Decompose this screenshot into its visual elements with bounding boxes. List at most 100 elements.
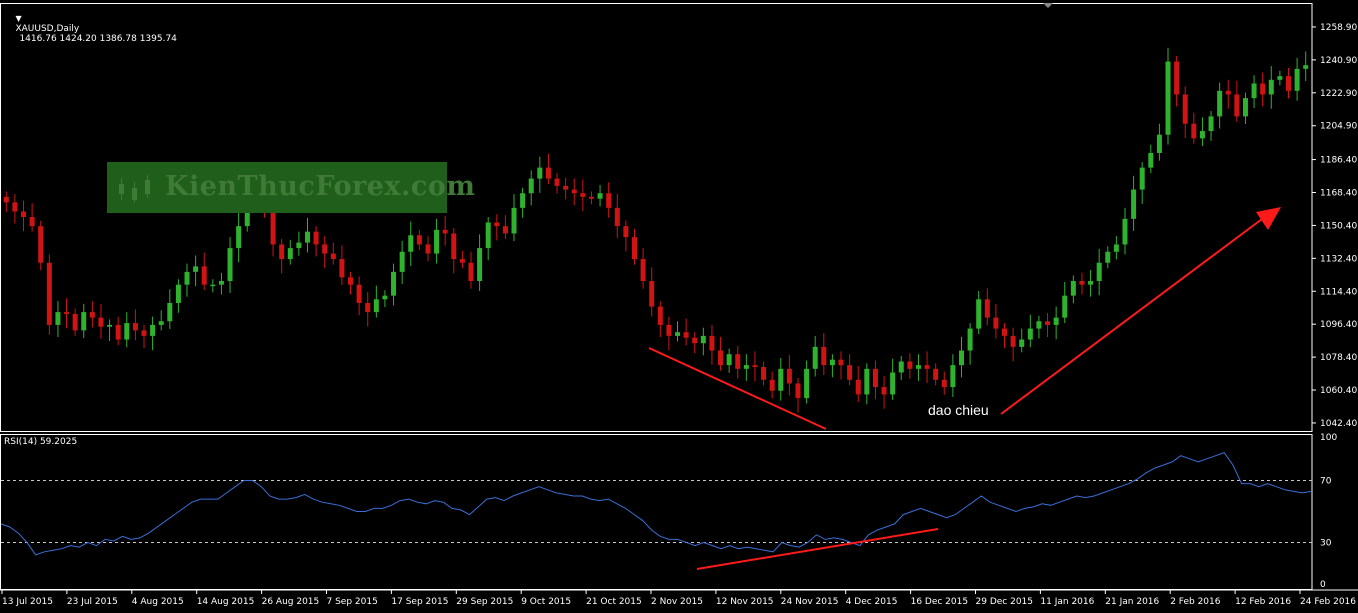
price-tick-label: 1060.40: [1320, 386, 1357, 396]
candle-body: [606, 193, 612, 208]
candle-body: [29, 217, 35, 227]
shift-marker-icon: [1043, 3, 1053, 8]
candle-body: [984, 299, 990, 318]
candle-body: [115, 324, 121, 340]
watermark-text: KienThucForex.com: [165, 171, 476, 202]
candle-body: [649, 281, 655, 307]
candle-logo-icon: [119, 175, 150, 203]
candle-body: [924, 365, 930, 369]
date-tick-label: 12 Nov 2015: [716, 597, 774, 607]
candle-body: [528, 178, 534, 194]
candle-body: [1303, 65, 1309, 69]
watermark: KienThucForex.com: [107, 162, 475, 213]
date-tick-label: 23 Jul 2015: [67, 597, 118, 607]
candle-body: [399, 251, 405, 272]
candle-body: [735, 354, 741, 369]
candle-body: [3, 196, 9, 203]
candle-body: [1277, 76, 1283, 80]
candle-body: [898, 361, 904, 373]
candle-body: [588, 196, 594, 199]
candle-body: [1096, 262, 1102, 282]
candle-body: [1122, 218, 1128, 245]
candle-body: [941, 379, 947, 388]
price-pane-frame: [0, 3, 1313, 432]
candle-body: [124, 323, 130, 340]
candle-body: [554, 178, 560, 186]
candle-body: [726, 354, 732, 366]
candle-body: [907, 361, 913, 369]
candle-body: [296, 242, 302, 249]
candle-body: [657, 306, 663, 325]
candle-body: [1225, 90, 1231, 95]
price-uptrend-arrow-line: [1000, 218, 1263, 415]
candle-body: [1165, 61, 1171, 135]
price-tick-label: 1078.40: [1320, 353, 1357, 363]
candle-body: [373, 299, 379, 313]
chart-canvas[interactable]: 1042.40 1060.40 1078.40 1096.40 1114.40 1132.…: [0, 0, 1358, 609]
candle-body: [38, 226, 44, 263]
date-tick-label: 29 Sep 2015: [456, 597, 513, 607]
candle-body: [743, 365, 749, 369]
rsi-group: [0, 452, 1312, 556]
candle-body: [1234, 94, 1240, 117]
candle-body: [752, 365, 758, 367]
candle-body: [468, 262, 474, 282]
rsi-tick-label: 0: [1320, 580, 1326, 590]
candle-body: [1019, 339, 1025, 347]
price-tick-label: 1150.40: [1320, 221, 1357, 231]
candle-body: [580, 193, 586, 197]
date-tick-label: 26 Aug 2015: [262, 597, 320, 607]
candle-body: [847, 365, 853, 380]
candle-body: [511, 207, 517, 234]
candle-body: [786, 368, 792, 384]
date-tick-label: 13 Jul 2015: [2, 597, 53, 607]
date-tick-label: 21 Jan 2016: [1105, 597, 1159, 607]
candle-body: [1027, 328, 1033, 340]
candle-body: [408, 235, 414, 252]
candle-body: [520, 193, 526, 208]
price-tick-label: 1258.90: [1320, 23, 1357, 33]
rsi-line: [0, 452, 1312, 556]
price-tick-label: 1042.40: [1320, 419, 1357, 429]
chart-window[interactable]: 1042.40 1060.40 1078.40 1096.40 1114.40 1132.…: [0, 0, 1358, 609]
candle-body: [872, 368, 878, 388]
candle-body: [201, 266, 207, 285]
candle-body: [270, 207, 276, 245]
trend-lines: [648, 207, 1281, 570]
candle-body: [958, 350, 964, 366]
chart-menu-triangle-icon[interactable]: ▼: [15, 14, 21, 23]
candle-body: [700, 335, 706, 344]
candle-body: [1208, 116, 1214, 132]
candle-body: [98, 317, 104, 327]
arrowhead-icon: [1256, 207, 1281, 230]
candle-body: [778, 368, 784, 391]
candle-body: [158, 321, 164, 325]
candle-body: [993, 317, 999, 329]
chart-header: ▼ XAUUSD,Daily 1416.76 1424.20 1386.78 1…: [4, 4, 177, 54]
price-tick-label: 1114.40: [1320, 287, 1357, 297]
candle-body: [1113, 244, 1119, 252]
candle-body: [881, 387, 887, 395]
candle-body: [1156, 134, 1162, 153]
candle-body: [279, 244, 285, 260]
candle-body: [864, 368, 870, 395]
candle-body: [1139, 167, 1145, 190]
rsi-tick-label: 70: [1320, 477, 1332, 487]
ohlc-values: 1416.76 1424.20 1386.78 1395.74: [19, 34, 177, 44]
candle-body: [1062, 295, 1068, 318]
candle-body: [718, 350, 724, 366]
candle-body: [666, 324, 672, 336]
candle-body: [761, 366, 767, 380]
candle-body: [167, 302, 173, 322]
candle-body: [55, 312, 61, 325]
price-tick-label: 1240.90: [1320, 56, 1357, 66]
candle-body: [339, 259, 345, 278]
candle-body: [683, 332, 689, 338]
candle-body: [451, 233, 457, 260]
date-tick-label: 7 Sep 2015: [327, 597, 378, 607]
candle-body: [1251, 83, 1257, 99]
candle-body: [1036, 321, 1042, 329]
candle-body: [382, 295, 388, 300]
price-tick-label: 1168.40: [1320, 188, 1357, 198]
candle-body: [227, 248, 233, 282]
